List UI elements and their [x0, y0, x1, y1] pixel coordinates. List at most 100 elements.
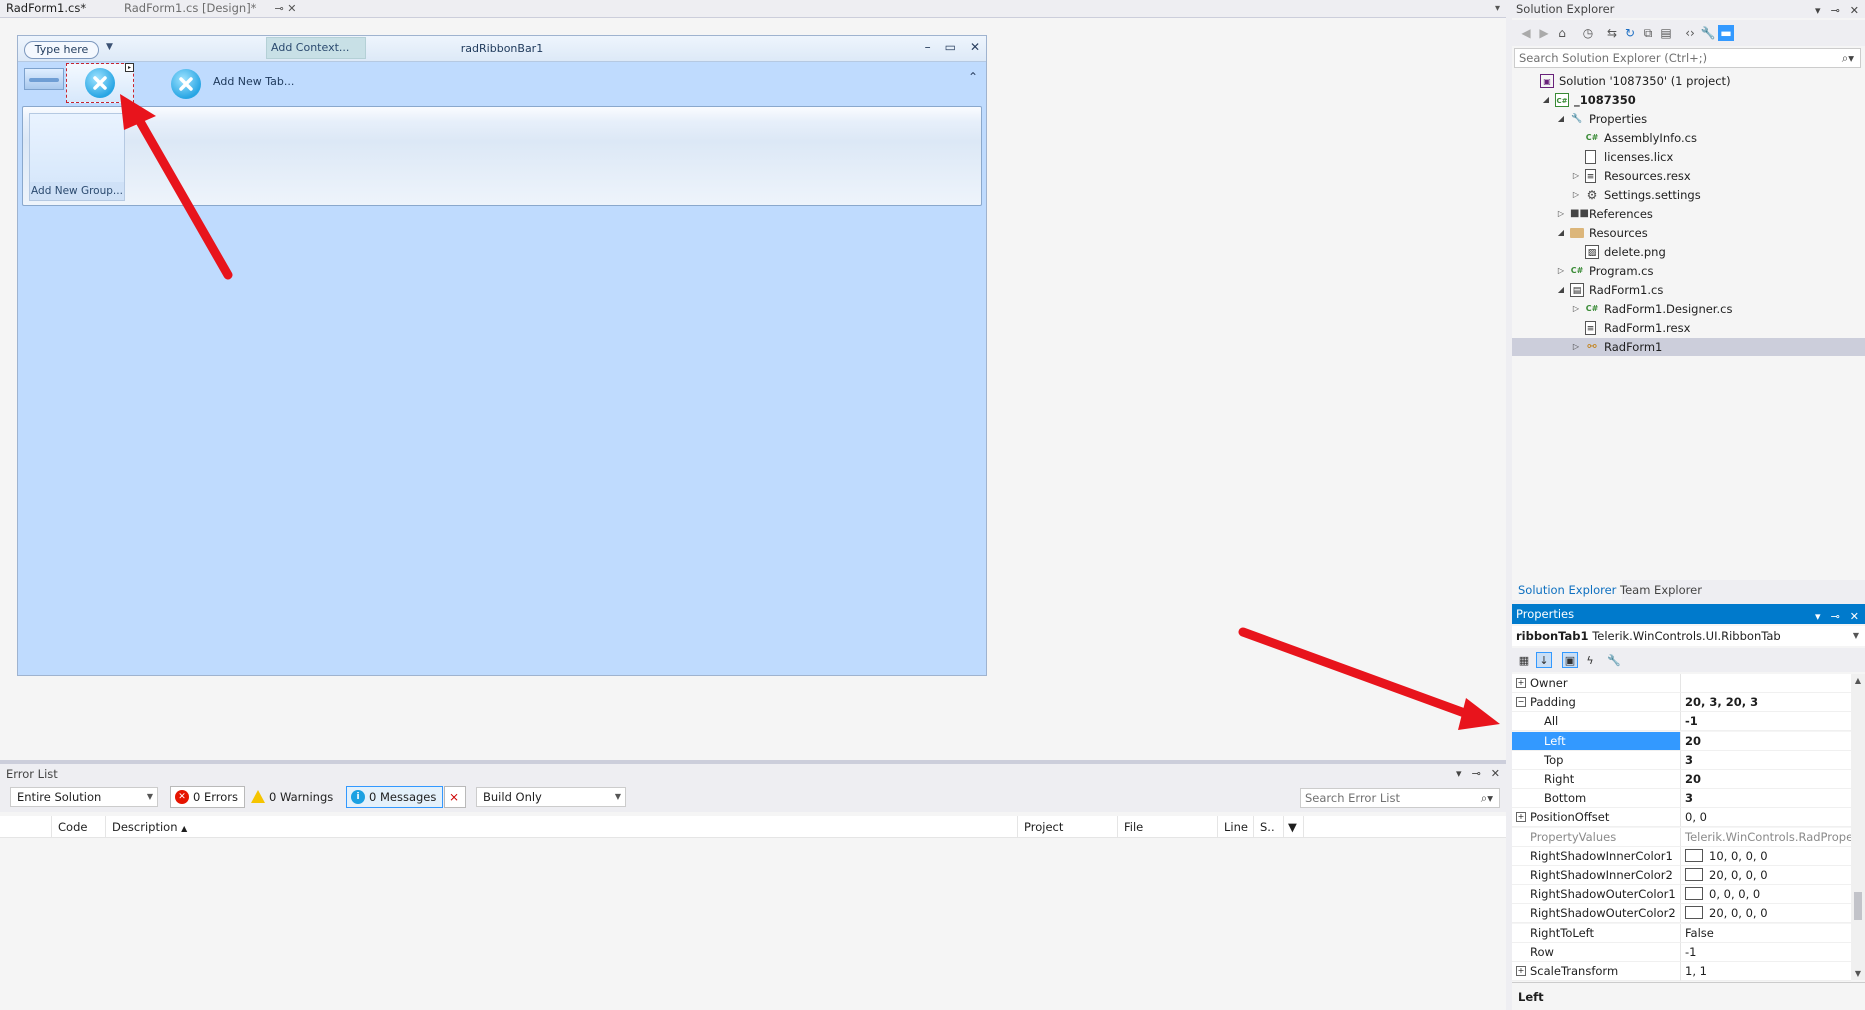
- maximize-icon[interactable]: ▭: [945, 40, 956, 58]
- property-row[interactable]: + ScaleTransform 1, 1: [1512, 962, 1851, 981]
- property-value[interactable]: 20: [1680, 731, 1851, 751]
- sync-icon[interactable]: ⇆: [1604, 25, 1620, 41]
- doc-tab-radform1-cs[interactable]: RadForm1.cs*: [0, 0, 92, 18]
- error-scope-select[interactable]: Entire Solution ▼: [10, 787, 158, 807]
- solution-search-input[interactable]: Search Solution Explorer (Ctrl+;) ⌕▾: [1514, 48, 1861, 68]
- property-row[interactable]: Left 20: [1512, 731, 1851, 751]
- delete-icon[interactable]: [171, 69, 201, 99]
- property-value[interactable]: 20: [1680, 770, 1851, 789]
- tree-node[interactable]: ▷ ≡ Resources.resx: [1512, 167, 1865, 185]
- expand-icon[interactable]: +: [1516, 812, 1526, 823]
- expanded-arrow-icon[interactable]: ◢: [1556, 224, 1566, 242]
- property-value[interactable]: 20, 0, 0, 0: [1680, 904, 1851, 924]
- preview-selected-icon[interactable]: ▬: [1718, 25, 1734, 41]
- smart-tag-icon[interactable]: ▸: [125, 63, 134, 72]
- pin-icon[interactable]: ⊸: [1472, 767, 1481, 780]
- properties-icon[interactable]: ▣: [1562, 652, 1578, 668]
- application-menu-button[interactable]: [24, 68, 64, 90]
- events-icon[interactable]: ϟ: [1582, 652, 1598, 668]
- errors-filter-button[interactable]: ✕ 0 Errors: [170, 786, 245, 808]
- property-row[interactable]: + PositionOffset 0, 0: [1512, 808, 1851, 828]
- property-value[interactable]: Telerik.WinControls.RadPrope: [1680, 827, 1851, 847]
- filter-clear-button[interactable]: ⨯: [444, 786, 466, 808]
- add-new-tab-button[interactable]: Add New Tab...: [213, 75, 294, 88]
- collapsed-arrow-icon[interactable]: ▷: [1571, 167, 1581, 185]
- column-header-line[interactable]: Line: [1218, 816, 1254, 838]
- close-icon[interactable]: ✕: [1491, 767, 1500, 780]
- tree-node[interactable]: ▷ ⚯ RadForm1: [1512, 338, 1865, 356]
- property-row[interactable]: RightToLeft False: [1512, 923, 1851, 943]
- scroll-down-icon[interactable]: ▼: [1851, 969, 1865, 978]
- property-value[interactable]: 1, 1: [1680, 962, 1851, 981]
- window-dropdown-icon[interactable]: ▾: [1456, 767, 1462, 780]
- tree-node[interactable]: C# AssemblyInfo.cs: [1512, 129, 1865, 147]
- refresh-icon[interactable]: ↻: [1622, 25, 1638, 41]
- property-row[interactable]: RightShadowInnerColor2 20, 0, 0, 0: [1512, 866, 1851, 885]
- home-icon[interactable]: ⌂: [1554, 25, 1570, 41]
- tab-list-dropdown-icon[interactable]: ▾: [1495, 0, 1500, 17]
- show-all-files-icon[interactable]: ▤: [1658, 25, 1674, 41]
- expanded-arrow-icon[interactable]: ◢: [1541, 91, 1551, 109]
- property-row[interactable]: RightShadowOuterColor2 20, 0, 0, 0: [1512, 904, 1851, 924]
- property-row[interactable]: Right 20: [1512, 770, 1851, 789]
- property-row[interactable]: RightShadowInnerColor1 10, 0, 0, 0: [1512, 846, 1851, 866]
- close-icon[interactable]: ✕: [1850, 607, 1859, 627]
- properties-wrench-icon[interactable]: 🔧: [1700, 25, 1716, 41]
- property-value[interactable]: 20, 3, 20, 3: [1680, 693, 1851, 713]
- pin-icon[interactable]: ⊸: [1831, 607, 1840, 627]
- column-header-project[interactable]: Project: [1018, 816, 1118, 838]
- column-header-icon[interactable]: [0, 816, 52, 838]
- property-row[interactable]: − Padding 20, 3, 20, 3: [1512, 693, 1851, 713]
- property-value[interactable]: -1: [1680, 942, 1851, 962]
- view-code-icon[interactable]: ‹›: [1682, 25, 1698, 41]
- tree-node[interactable]: ≡ RadForm1.resx: [1512, 319, 1865, 337]
- property-row[interactable]: PropertyValues Telerik.WinControls.RadPro…: [1512, 827, 1851, 847]
- property-row[interactable]: All -1: [1512, 712, 1851, 732]
- window-dropdown-icon[interactable]: ▾: [1815, 607, 1821, 627]
- property-grid-scrollbar[interactable]: ▲ ▼: [1851, 674, 1865, 980]
- close-icon[interactable]: ✕: [287, 2, 296, 15]
- warnings-filter-button[interactable]: 0 Warnings: [246, 786, 340, 808]
- scroll-up-icon[interactable]: ▲: [1851, 676, 1865, 685]
- expanded-arrow-icon[interactable]: ◢: [1556, 281, 1566, 299]
- tab-team-explorer[interactable]: Team Explorer: [1614, 580, 1708, 600]
- collapsed-arrow-icon[interactable]: ▷: [1571, 186, 1581, 204]
- tab-solution-explorer[interactable]: Solution Explorer: [1512, 580, 1623, 600]
- tree-node[interactable]: ◢ 🔧 Properties: [1512, 110, 1865, 128]
- quick-access-type-here[interactable]: Type here: [24, 41, 99, 59]
- error-search-input[interactable]: Search Error List ⌕▾: [1300, 788, 1500, 808]
- forward-icon[interactable]: ▶: [1536, 25, 1552, 41]
- ribbon-group-placeholder[interactable]: Add New Group...: [29, 113, 125, 201]
- collapsed-arrow-icon[interactable]: ▷: [1571, 300, 1581, 318]
- quick-access-dropdown-icon[interactable]: ▼: [106, 42, 113, 52]
- property-row[interactable]: Bottom 3: [1512, 789, 1851, 809]
- tree-node[interactable]: licenses.licx: [1512, 148, 1865, 166]
- tree-node[interactable]: ▷ ⚙ Settings.settings: [1512, 186, 1865, 204]
- column-filter-icon[interactable]: ▼: [1284, 816, 1304, 838]
- close-icon[interactable]: ✕: [1850, 2, 1859, 20]
- property-value[interactable]: 0, 0, 0, 0: [1680, 885, 1851, 905]
- ribbon-tab-1[interactable]: ▸: [66, 63, 134, 103]
- tree-node[interactable]: ▨ delete.png: [1512, 243, 1865, 261]
- pin-icon[interactable]: ⊸: [275, 2, 284, 15]
- property-value[interactable]: [1680, 674, 1851, 693]
- property-row[interactable]: RightShadowOuterColor1 0, 0, 0, 0: [1512, 885, 1851, 905]
- property-pages-icon[interactable]: 🔧: [1606, 652, 1622, 668]
- categorized-icon[interactable]: ▦: [1516, 652, 1532, 668]
- build-filter-select[interactable]: Build Only ▼: [476, 787, 626, 807]
- close-icon[interactable]: ✕: [970, 40, 980, 58]
- property-value[interactable]: 20, 0, 0, 0: [1680, 866, 1851, 885]
- collapsed-arrow-icon[interactable]: ▷: [1571, 338, 1581, 356]
- pin-icon[interactable]: ⊸: [1831, 2, 1840, 20]
- expand-icon[interactable]: +: [1516, 678, 1526, 688]
- add-context-button[interactable]: Add Context...: [266, 37, 366, 59]
- back-icon[interactable]: ◀: [1518, 25, 1534, 41]
- tree-node[interactable]: ◢ Resources: [1512, 224, 1865, 242]
- collapse-ribbon-icon[interactable]: ⌃: [968, 70, 978, 84]
- property-value[interactable]: -1: [1680, 712, 1851, 732]
- column-header-code[interactable]: Code: [52, 816, 106, 838]
- property-value[interactable]: 0, 0: [1680, 808, 1851, 828]
- column-header-description[interactable]: Description ▲: [106, 816, 1018, 838]
- radform-preview[interactable]: radRibbonBar1 Type here ▼ Add Context...…: [17, 35, 987, 676]
- collapse-all-icon[interactable]: ⧉: [1640, 25, 1656, 41]
